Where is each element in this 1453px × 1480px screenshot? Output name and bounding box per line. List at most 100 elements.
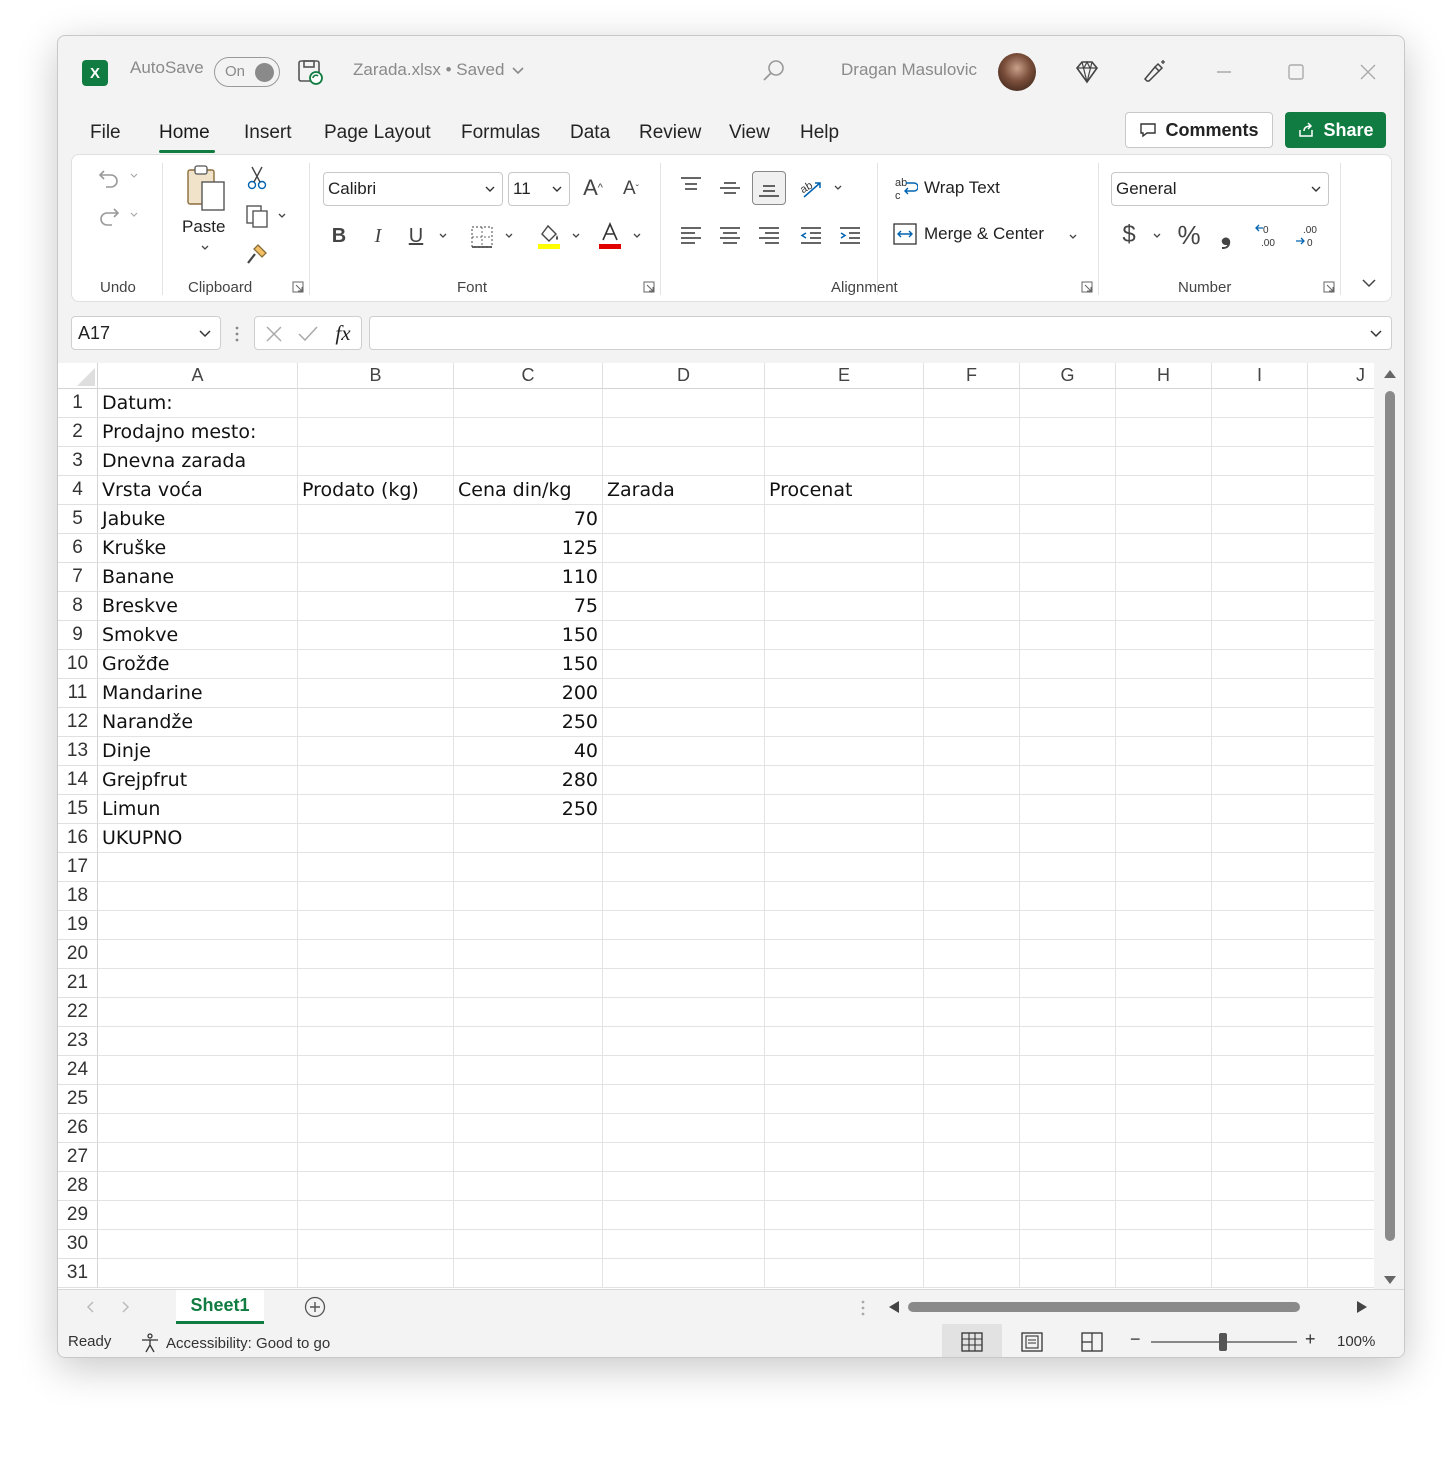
copy-icon[interactable] [242, 201, 272, 231]
cell-g9[interactable] [1020, 621, 1116, 650]
font-name-dropdown[interactable]: Calibri [323, 172, 503, 206]
font-size-dropdown[interactable]: 11 [508, 172, 570, 206]
align-bottom-icon[interactable] [752, 171, 786, 205]
cell-h2[interactable] [1116, 418, 1212, 447]
cell-c9[interactable]: 150 [454, 621, 603, 650]
formula-bar-grip-icon[interactable] [230, 324, 244, 344]
vertical-scrollbar[interactable] [1374, 363, 1404, 1289]
tab-data[interactable]: Data [570, 122, 610, 144]
accessibility-status[interactable]: Accessibility: Good to go [140, 1333, 330, 1353]
cell-f9[interactable] [924, 621, 1020, 650]
cell-a6[interactable]: Kruške [98, 534, 298, 563]
horizontal-scroll-thumb[interactable] [908, 1302, 1300, 1312]
cell-e10[interactable] [765, 650, 924, 679]
cell-d23[interactable] [603, 1027, 765, 1056]
cell-b25[interactable] [298, 1085, 454, 1114]
undo-icon[interactable] [94, 163, 124, 193]
cell-b27[interactable] [298, 1143, 454, 1172]
cell-i17[interactable] [1212, 853, 1308, 882]
column-header-e[interactable]: E [765, 363, 924, 389]
cell-f8[interactable] [924, 592, 1020, 621]
cell-f7[interactable] [924, 563, 1020, 592]
cell-d2[interactable] [603, 418, 765, 447]
save-icon[interactable] [296, 58, 324, 86]
cell-a20[interactable] [98, 940, 298, 969]
cell-f27[interactable] [924, 1143, 1020, 1172]
cell-h30[interactable] [1116, 1230, 1212, 1259]
cell-d11[interactable] [603, 679, 765, 708]
row-header-20[interactable]: 20 [58, 940, 98, 969]
cell-h22[interactable] [1116, 998, 1212, 1027]
cell-d31[interactable] [603, 1259, 765, 1288]
font-color-icon[interactable] [596, 221, 624, 251]
row-header-23[interactable]: 23 [58, 1027, 98, 1056]
cell-g20[interactable] [1020, 940, 1116, 969]
increase-decimal-icon[interactable]: 0.00 [1254, 221, 1284, 251]
cell-f24[interactable] [924, 1056, 1020, 1085]
underline-button[interactable]: U [403, 221, 429, 251]
cell-a26[interactable] [98, 1114, 298, 1143]
cell-c12[interactable]: 250 [454, 708, 603, 737]
cell-h1[interactable] [1116, 389, 1212, 418]
cell-f4[interactable] [924, 476, 1020, 505]
cell-a14[interactable]: Grejpfrut [98, 766, 298, 795]
row-header-13[interactable]: 13 [58, 737, 98, 766]
cell-c23[interactable] [454, 1027, 603, 1056]
bold-button[interactable]: B [326, 221, 352, 251]
column-header-j[interactable]: J [1308, 363, 1374, 389]
cell-h15[interactable] [1116, 795, 1212, 824]
cell-b24[interactable] [298, 1056, 454, 1085]
cell-f6[interactable] [924, 534, 1020, 563]
cell-g26[interactable] [1020, 1114, 1116, 1143]
cell-d14[interactable] [603, 766, 765, 795]
page-break-view-button[interactable] [1062, 1324, 1122, 1357]
cell-i16[interactable] [1212, 824, 1308, 853]
cell-c8[interactable]: 75 [454, 592, 603, 621]
row-header-29[interactable]: 29 [58, 1201, 98, 1230]
cell-b5[interactable] [298, 505, 454, 534]
cell-g16[interactable] [1020, 824, 1116, 853]
row-header-12[interactable]: 12 [58, 708, 98, 737]
cell-i25[interactable] [1212, 1085, 1308, 1114]
cell-e31[interactable] [765, 1259, 924, 1288]
column-header-g[interactable]: G [1020, 363, 1116, 389]
cell-d8[interactable] [603, 592, 765, 621]
align-right-icon[interactable] [754, 221, 784, 251]
cancel-entry-icon[interactable] [261, 321, 287, 347]
cell-f21[interactable] [924, 969, 1020, 998]
cell-g30[interactable] [1020, 1230, 1116, 1259]
cell-c13[interactable]: 40 [454, 737, 603, 766]
row-header-17[interactable]: 17 [58, 853, 98, 882]
cell-i27[interactable] [1212, 1143, 1308, 1172]
cell-c29[interactable] [454, 1201, 603, 1230]
cell-c19[interactable] [454, 911, 603, 940]
orientation-icon[interactable]: ab [796, 173, 826, 203]
align-top-icon[interactable] [676, 171, 706, 201]
cell-d6[interactable] [603, 534, 765, 563]
cell-b7[interactable] [298, 563, 454, 592]
cell-c10[interactable]: 150 [454, 650, 603, 679]
cell-h9[interactable] [1116, 621, 1212, 650]
cell-e1[interactable] [765, 389, 924, 418]
cell-h29[interactable] [1116, 1201, 1212, 1230]
page-layout-view-button[interactable] [1002, 1324, 1062, 1357]
row-header-26[interactable]: 26 [58, 1114, 98, 1143]
cell-a25[interactable] [98, 1085, 298, 1114]
column-header-c[interactable]: C [454, 363, 603, 389]
cell-b1[interactable] [298, 389, 454, 418]
zoom-out-button[interactable]: − [1130, 1329, 1141, 1350]
cell-i19[interactable] [1212, 911, 1308, 940]
cell-j16[interactable] [1308, 824, 1374, 853]
cell-b26[interactable] [298, 1114, 454, 1143]
cell-g31[interactable] [1020, 1259, 1116, 1288]
italic-button[interactable]: I [365, 221, 391, 251]
column-header-i[interactable]: I [1212, 363, 1308, 389]
cell-c21[interactable] [454, 969, 603, 998]
column-header-f[interactable]: F [924, 363, 1020, 389]
cell-j11[interactable] [1308, 679, 1374, 708]
cell-g14[interactable] [1020, 766, 1116, 795]
cell-h23[interactable] [1116, 1027, 1212, 1056]
scroll-down-icon[interactable] [1383, 1275, 1397, 1285]
cell-c22[interactable] [454, 998, 603, 1027]
cell-a29[interactable] [98, 1201, 298, 1230]
